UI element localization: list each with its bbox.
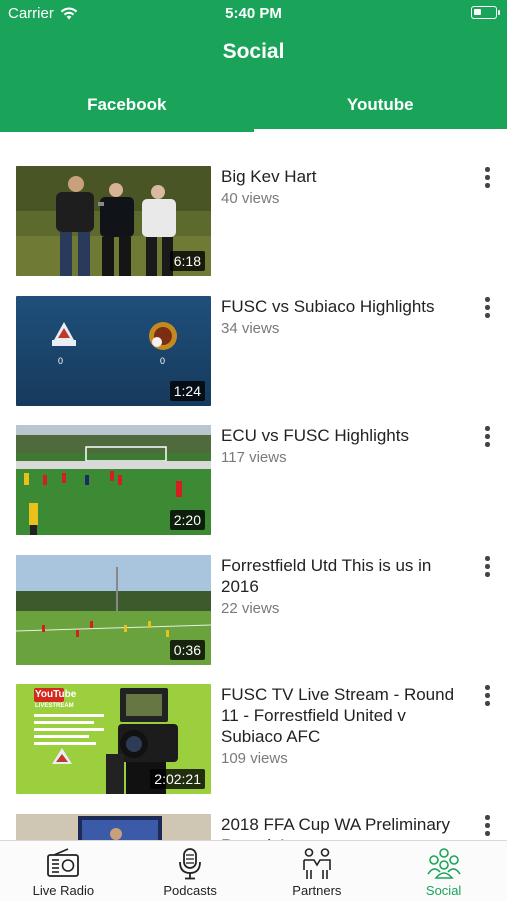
status-bar: Carrier 5:40 PM (0, 0, 507, 28)
video-thumbnail[interactable]: 6:18 (16, 166, 211, 276)
video-thumbnail[interactable]: 0:36 (16, 555, 211, 665)
video-title[interactable]: ECU vs FUSC Highlights (221, 425, 466, 446)
battery-level (474, 9, 481, 15)
video-views: 40 views (221, 189, 466, 209)
video-info: FUSC vs Subiaco Highlights 34 views (221, 296, 466, 339)
video-views: 109 views (221, 749, 466, 769)
video-item[interactable]: 6:18 Big Kev Hart 40 views (0, 166, 507, 278)
video-duration: 0:36 (170, 640, 205, 660)
tabbar-item-partners[interactable]: Partners (254, 841, 381, 901)
youtube-logo: YouTube (35, 689, 76, 700)
partners-icon (300, 848, 334, 880)
app-header: Carrier 5:40 PM Social Facebook Youtube (0, 0, 507, 132)
tabbar-label: Podcasts (127, 883, 254, 898)
more-options-icon[interactable] (478, 296, 498, 320)
video-item[interactable]: YouTube LIVESTREAM 2:02:21 FUSC TV Live … (0, 684, 507, 796)
more-options-icon[interactable] (478, 555, 498, 579)
video-duration: 2:20 (170, 510, 205, 530)
video-info: 2018 FFA Cup WA Preliminary Round 4 (221, 814, 466, 840)
radio-icon (46, 848, 80, 878)
social-group-icon (427, 848, 461, 880)
status-time: 5:40 PM (0, 5, 507, 22)
tabbar-label: Partners (254, 883, 381, 898)
livestream-label: LIVESTREAM (35, 703, 74, 709)
battery-icon (471, 6, 497, 19)
tabbar-label: Social (380, 883, 507, 898)
tabbar-item-podcasts[interactable]: Podcasts (127, 841, 254, 901)
video-title[interactable]: FUSC vs Subiaco Highlights (221, 296, 466, 317)
bottom-tab-bar: Live Radio Podcasts Partners (0, 840, 507, 901)
video-views: 22 views (221, 599, 466, 619)
video-title[interactable]: Big Kev Hart (221, 166, 466, 187)
video-info: FUSC TV Live Stream - Round 11 - Forrest… (221, 684, 466, 769)
more-options-icon[interactable] (478, 166, 498, 190)
more-options-icon[interactable] (478, 684, 498, 708)
page-title: Social (0, 40, 507, 64)
video-duration: 2:02:21 (150, 769, 205, 789)
more-options-icon[interactable] (478, 814, 498, 838)
video-thumbnail[interactable] (16, 814, 211, 840)
video-thumbnail[interactable]: 0 0 1:24 (16, 296, 211, 406)
video-list[interactable]: 6:18 Big Kev Hart 40 views (0, 166, 507, 840)
video-item[interactable]: 2018 FFA Cup WA Preliminary Round 4 (0, 814, 507, 840)
video-title[interactable]: FUSC TV Live Stream - Round 11 - Forrest… (221, 684, 466, 747)
microphone-icon (177, 848, 203, 880)
video-title[interactable]: Forrestfield Utd This is us in 2016 (221, 555, 466, 597)
video-info: Big Kev Hart 40 views (221, 166, 466, 209)
tabbar-item-live-radio[interactable]: Live Radio (0, 841, 127, 901)
video-duration: 6:18 (170, 251, 205, 271)
video-info: ECU vs FUSC Highlights 117 views (221, 425, 466, 468)
video-item[interactable]: 0 0 1:24 FUSC vs Subiaco Highlights 34 v… (0, 296, 507, 408)
video-item[interactable]: 0:36 Forrestfield Utd This is us in 2016… (0, 555, 507, 667)
video-info: Forrestfield Utd This is us in 2016 22 v… (221, 555, 466, 619)
video-views: 117 views (221, 448, 466, 468)
video-views: 34 views (221, 319, 466, 339)
more-options-icon[interactable] (478, 425, 498, 449)
tabbar-label: Live Radio (0, 883, 127, 898)
video-thumbnail[interactable]: YouTube LIVESTREAM 2:02:21 (16, 684, 211, 794)
tab-facebook[interactable]: Facebook (0, 80, 254, 132)
tabbar-item-social[interactable]: Social (380, 841, 507, 901)
score-left: 0 (58, 356, 63, 366)
video-thumbnail[interactable]: 2:20 (16, 425, 211, 535)
video-title[interactable]: 2018 FFA Cup WA Preliminary Round 4 (221, 814, 466, 840)
tab-youtube[interactable]: Youtube (254, 80, 507, 132)
video-item[interactable]: 2:20 ECU vs FUSC Highlights 117 views (0, 425, 507, 537)
tab-strip: Facebook Youtube (0, 80, 507, 132)
score-right: 0 (160, 356, 165, 366)
video-duration: 1:24 (170, 381, 205, 401)
